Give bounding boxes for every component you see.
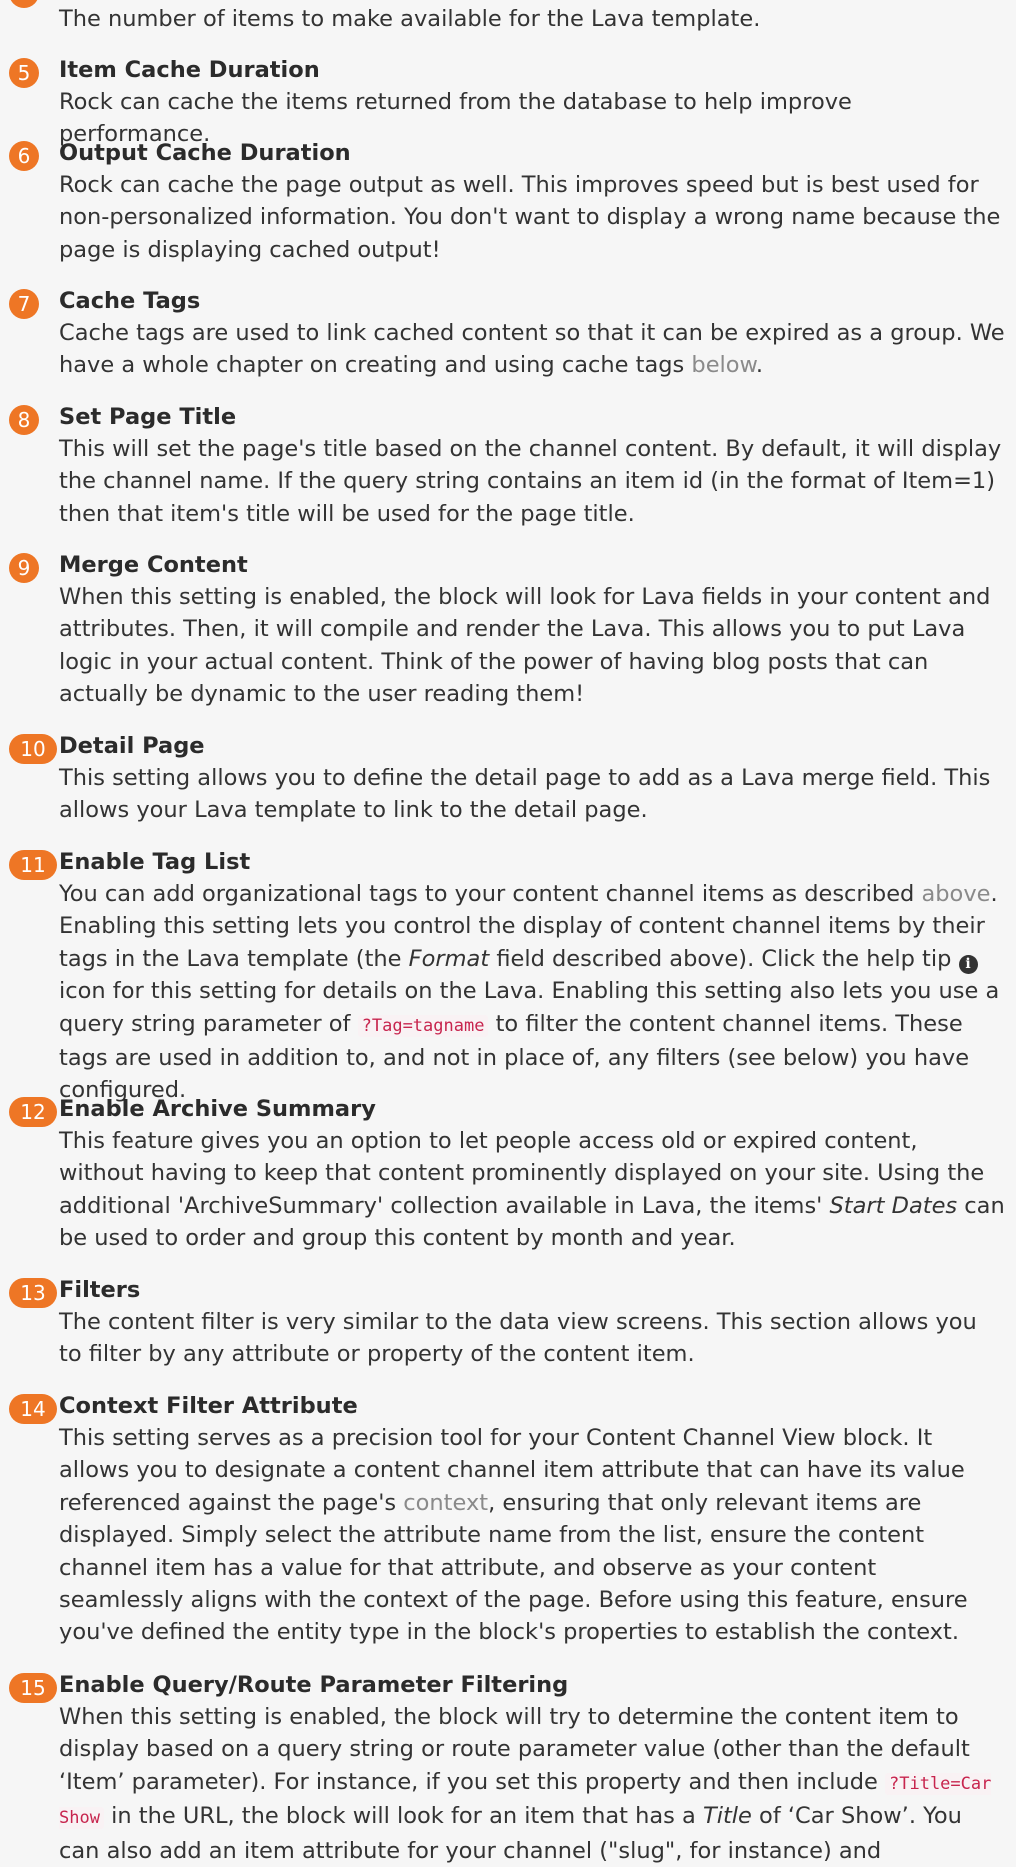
number-badge-14: 14 (9, 1394, 57, 1424)
setting-item-7: 7 Cache Tags Cache tags are used to link… (0, 285, 1016, 382)
below-link[interactable]: below (691, 352, 755, 378)
setting-description: Rock can cache the page output as well. … (59, 172, 1001, 263)
setting-title: Filters (59, 1277, 141, 1303)
setting-item-13: 13 Filters The content filter is very si… (0, 1274, 1016, 1371)
setting-item-11: 11 Enable Tag List You can add organizat… (0, 846, 1016, 1107)
setting-item-9: 9 Merge Content When this setting is ena… (0, 549, 1016, 711)
setting-description: You can add organizational tags to your … (59, 881, 1000, 1104)
setting-title: Enable Archive Summary (59, 1096, 376, 1122)
setting-title: Output Cache Duration (59, 140, 351, 166)
setting-description: This setting serves as a precision tool … (59, 1425, 968, 1646)
setting-description: The number of items to make available fo… (59, 6, 761, 32)
setting-title: Detail Page (59, 733, 205, 759)
setting-item-14: 14 Context Filter Attribute This setting… (0, 1390, 1016, 1649)
setting-title: Item Cache Duration (59, 57, 320, 83)
setting-title: Set Page Title (59, 404, 237, 430)
setting-title: Merge Content (59, 552, 248, 578)
inline-code: ?Tag=tagname (357, 1014, 489, 1037)
setting-description: This setting allows you to define the de… (59, 765, 991, 824)
info-circle-icon: i (958, 954, 978, 974)
setting-item-15: 15 Enable Query/Route Parameter Filterin… (0, 1669, 1016, 1867)
number-badge-15: 15 (9, 1673, 57, 1703)
number-badge-11: 11 (9, 850, 57, 880)
setting-item-12: 12 Enable Archive Summary This feature g… (0, 1093, 1016, 1255)
number-badge-9: 9 (9, 553, 39, 583)
above-link[interactable]: above (921, 881, 990, 907)
setting-description: This feature gives you an option to let … (59, 1128, 1005, 1252)
setting-description: The content filter is very similar to th… (59, 1309, 977, 1368)
setting-title: Enable Tag List (59, 849, 251, 875)
setting-title: Context Filter Attribute (59, 1393, 358, 1419)
number-badge-4 (9, 0, 39, 8)
setting-item-6: 6 Output Cache Duration Rock can cache t… (0, 137, 1016, 266)
number-badge-8: 8 (9, 405, 39, 435)
setting-item-4: The number of items to make available fo… (0, 0, 1016, 35)
number-badge-13: 13 (9, 1278, 57, 1308)
number-badge-5: 5 (9, 58, 39, 88)
setting-title: Enable Query/Route Parameter Filtering (59, 1672, 569, 1698)
setting-item-8: 8 Set Page Title This will set the page'… (0, 401, 1016, 530)
setting-description: When this setting is enabled, the block … (59, 1704, 992, 1864)
number-badge-12: 12 (9, 1097, 57, 1127)
number-badge-6: 6 (9, 141, 39, 171)
setting-description: Cache tags are used to link cached conte… (59, 320, 1005, 379)
context-link[interactable]: context (403, 1490, 488, 1516)
setting-description: This will set the page's title based on … (59, 436, 1002, 527)
number-badge-7: 7 (9, 289, 39, 319)
setting-description: When this setting is enabled, the block … (59, 584, 991, 708)
setting-item-10: 10 Detail Page This setting allows you t… (0, 730, 1016, 827)
setting-title: Cache Tags (59, 288, 201, 314)
number-badge-10: 10 (9, 734, 57, 764)
